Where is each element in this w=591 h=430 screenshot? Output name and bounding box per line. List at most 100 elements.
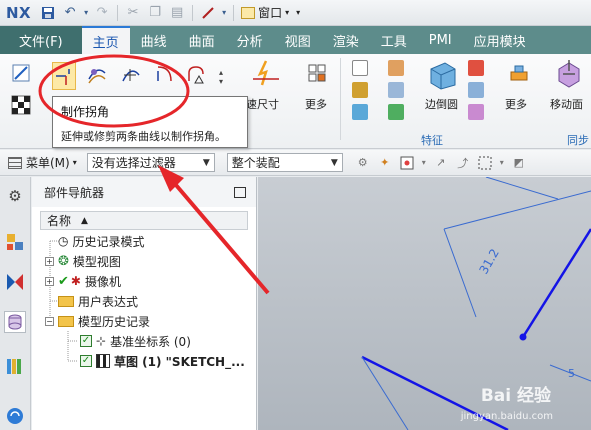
tree-item-label: 模型历史记录 [78,314,151,329]
quick-dimension-icon[interactable] [250,58,282,88]
expand-icon[interactable]: + [45,256,54,266]
menu-label: 菜单(M) [26,156,70,170]
tree-item-sketch[interactable]: ✓ 草图 (1) "SKETCH_... [80,351,245,371]
tree-item-label: 历史记录模式 [72,234,145,249]
filter-icon[interactable]: ⚙ [355,155,371,171]
chevron-down-icon: ▾ [72,158,77,167]
type-filter-select[interactable]: 没有选择过滤器 ▼ [86,153,215,172]
tab-render[interactable]: 渲染 [322,26,370,54]
dimension-label-2: 5 [568,367,575,380]
part-navigator-icon[interactable] [4,311,26,333]
maximize-icon[interactable] [234,186,246,198]
tab-pmi[interactable]: PMI [418,26,463,54]
view-icon[interactable]: ◩ [511,155,527,171]
undo-dropdown-icon[interactable]: ▾ [82,3,90,23]
copy-icon[interactable]: ❐ [145,3,165,23]
constraint-navigator-icon[interactable] [4,271,26,293]
tree-item-model-history[interactable]: − 模型历史记录 [45,311,150,331]
paste-icon[interactable]: ▤ [167,3,187,23]
tab-home[interactable]: 主页 [81,26,130,54]
datum-icon[interactable] [388,104,404,120]
fillet-icon[interactable] [184,62,208,86]
web-browser-icon[interactable] [4,403,26,425]
tab-tools[interactable]: 工具 [370,26,418,54]
move-face-icon[interactable] [552,58,584,90]
chevron-down-icon[interactable]: ▾ [499,155,505,171]
assembly-navigator-icon[interactable] [4,231,26,253]
line-dropdown-icon[interactable]: ▾ [220,3,228,23]
line-icon[interactable] [198,3,218,23]
tree-item-user-expressions[interactable]: 用户表达式 [58,291,138,311]
assembly-scope-value: 整个装配 [231,156,280,170]
curve-rule-icon[interactable]: ⤴ [455,155,471,171]
offset-curve-icon[interactable] [85,62,109,86]
customize-icon[interactable]: ▾ [296,8,300,17]
expand-icon[interactable]: + [45,276,54,286]
separator [192,4,194,21]
snap-icon[interactable]: ✦ [377,155,393,171]
nx-logo: NX [6,3,32,22]
datum-csys-icon: ⊹ [96,334,107,348]
dimension-line [443,190,591,230]
tree-item-history-mode[interactable]: ◷ 历史记录模式 [58,231,145,251]
tab-analysis[interactable]: 分析 [226,26,274,54]
make-corner-icon[interactable] [52,62,76,90]
edge-blend-icon[interactable] [426,58,460,92]
redo-icon[interactable]: ↷ [92,3,112,23]
save-icon[interactable] [38,3,58,23]
tab-view[interactable]: 视图 [274,26,322,54]
tab-curve[interactable]: 曲线 [130,26,178,54]
cut-icon[interactable]: ✂ [123,3,143,23]
window-menu[interactable]: 窗口 ▾ [238,4,292,21]
visibility-checkbox[interactable]: ✓ [80,355,92,367]
reuse-library-icon[interactable] [4,355,26,377]
tree-item-model-views[interactable]: + ❂ 模型视图 [45,251,121,271]
sketch-icon [96,354,110,368]
column-name-label: 名称 [47,214,72,228]
extrude-icon[interactable] [388,60,404,76]
hole-icon[interactable] [388,82,404,98]
tree-item-label: 摄像机 [84,274,121,289]
tab-application[interactable]: 应用模块 [463,26,537,54]
more-sketch-icon[interactable] [306,62,328,84]
shell-icon[interactable] [468,82,484,98]
visibility-checkbox[interactable]: ✓ [80,335,92,347]
navigator-header: 部件导航器 [32,177,256,207]
more-feature-icon[interactable] [508,62,530,84]
move-curve-icon[interactable] [118,62,142,86]
boolean-icon[interactable] [352,104,368,120]
gear-icon[interactable]: ⚙ [4,185,26,207]
feature-group-label: 特征 [421,134,443,147]
watermark-url: jingyan.baidu.com [460,411,553,422]
edge-blend-label: 边倒圆 [425,98,458,111]
chevron-down-icon[interactable]: ▾ [421,155,427,171]
tree-item-label: 基准坐标系 (0) [110,334,191,349]
tab-file[interactable]: 文件(F) [0,26,82,54]
finish-sketch-icon[interactable] [10,94,32,116]
sketch-endpoint [519,333,527,341]
collapse-icon[interactable]: − [45,316,54,326]
point-snap-icon[interactable]: ↗ [433,155,449,171]
rect-select-icon[interactable] [477,155,493,171]
folder-icon [58,315,74,327]
chamfer-icon[interactable] [468,60,484,76]
trim-curve-icon[interactable] [152,62,176,86]
resource-bar: ⚙ [0,177,31,430]
quick-access-toolbar: NX ↶ ▾ ↷ ✂ ❐ ▤ ▾ 窗口 ▾ ▾ [0,0,591,26]
tree-item-cameras[interactable]: + ✔ ✱ 摄像机 [45,271,121,291]
tab-surface[interactable]: 曲面 [178,26,226,54]
menu-button[interactable]: 菜单(M) ▾ [0,154,81,171]
clock-icon: ◷ [58,234,69,248]
dimension-label-1: 31.2 [476,246,501,276]
column-header-name[interactable]: 名称 ▲ [40,211,248,230]
navigator-title: 部件导航器 [44,185,105,200]
assembly-scope-select[interactable]: 整个装配 ▼ [226,153,343,172]
ribbon-scroll-icon[interactable]: ▴ ▾ [216,62,226,92]
sketch-feature-icon[interactable] [352,60,368,76]
select-box-icon[interactable] [399,155,415,171]
undo-icon[interactable]: ↶ [60,3,80,23]
sketch-icon[interactable] [10,62,32,84]
tree-item-datum-csys[interactable]: ✓ ⊹ 基准坐标系 (0) [80,331,191,351]
revolve-icon[interactable] [352,82,368,98]
draft-icon[interactable] [468,104,484,120]
